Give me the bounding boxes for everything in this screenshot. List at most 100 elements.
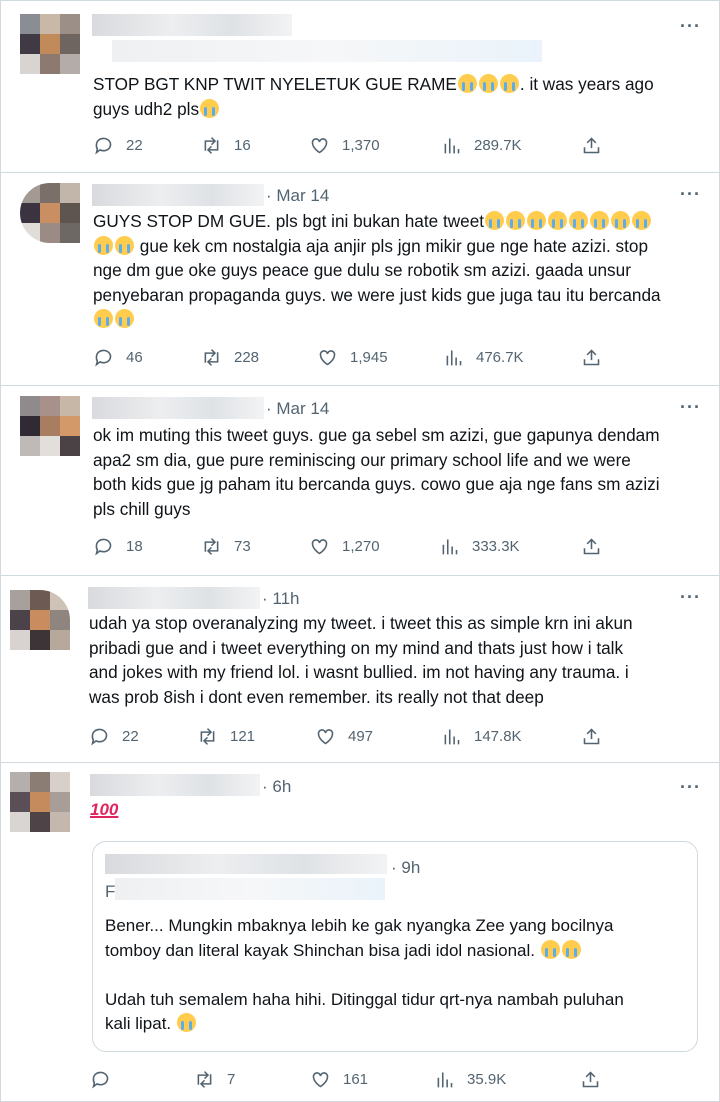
views-button[interactable]: 476.7K — [443, 345, 524, 369]
crying-emoji-icon — [527, 211, 547, 230]
retweet-icon — [204, 348, 219, 366]
like-icon — [311, 137, 328, 153]
like-icon — [311, 538, 328, 554]
retweet-button[interactable]: 228 — [201, 345, 259, 369]
views-button[interactable]: 333.3K — [439, 534, 520, 558]
avatar[interactable] — [10, 590, 70, 650]
like-count: 161 — [343, 1070, 369, 1088]
tweet-actions: 22 16 1,370 289.7K — [93, 133, 613, 157]
more-icon[interactable]: ··· — [680, 777, 701, 798]
display-name-blurred[interactable] — [92, 14, 292, 36]
display-name-blurred[interactable] — [88, 587, 260, 609]
retweet-count: 121 — [230, 727, 256, 745]
display-name-blurred[interactable] — [92, 397, 264, 419]
share-button[interactable] — [581, 724, 602, 748]
share-button[interactable] — [581, 534, 602, 558]
more-icon[interactable]: ··· — [680, 16, 701, 37]
retweet-icon — [204, 537, 219, 555]
views-count: 333.3K — [472, 537, 520, 555]
reply-count: 18 — [126, 537, 143, 555]
reply-button[interactable]: 46 — [93, 345, 143, 369]
like-count: 1,945 — [350, 348, 388, 366]
retweet-icon — [200, 727, 215, 745]
quoted-handle-blurred[interactable] — [115, 878, 385, 900]
crying-emoji-icon — [569, 211, 589, 230]
timestamp[interactable]: · 6h — [262, 777, 291, 797]
views-count: 35.9K — [467, 1070, 507, 1088]
retweet-button[interactable]: 16 — [201, 133, 251, 157]
tweet-actions: 7 161 35.9K — [90, 1067, 610, 1091]
views-icon — [446, 350, 462, 365]
like-button[interactable]: 161 — [310, 1067, 368, 1091]
like-button[interactable]: 1,270 — [309, 534, 380, 558]
display-name-blurred[interactable] — [92, 184, 264, 206]
hundred-points-emoji-icon: 100 — [90, 800, 119, 819]
crying-emoji-icon — [200, 98, 220, 118]
views-icon — [444, 729, 460, 744]
share-button[interactable] — [581, 345, 602, 369]
timestamp[interactable]: · Mar 14 — [266, 186, 329, 206]
reply-icon — [91, 728, 108, 745]
reply-button[interactable]: 18 — [93, 534, 143, 558]
handle-blurred[interactable] — [112, 40, 542, 62]
views-button[interactable]: 289.7K — [441, 133, 522, 157]
tweet-text: udah ya stop overanalyzing my tweet. i t… — [89, 613, 633, 707]
share-button[interactable] — [580, 1067, 601, 1091]
crying-emoji-icon — [115, 235, 134, 255]
avatar[interactable] — [20, 14, 80, 74]
reply-button[interactable] — [90, 1067, 111, 1091]
reply-count: 22 — [122, 727, 139, 745]
tweet-actions: 18 73 1,270 333.3K — [93, 534, 613, 558]
divider — [0, 385, 720, 386]
reply-count: 22 — [126, 136, 143, 154]
crying-emoji-icon — [632, 211, 652, 230]
crying-emoji-icon — [590, 211, 610, 230]
more-icon[interactable]: ··· — [680, 184, 701, 205]
avatar[interactable] — [10, 772, 70, 832]
reply-button[interactable]: 22 — [89, 724, 139, 748]
crying-emoji-icon — [94, 309, 113, 328]
crying-emoji-icon — [506, 211, 526, 230]
reply-icon — [95, 538, 112, 555]
rolling-laughing-emoji-icon — [176, 1013, 196, 1032]
like-button[interactable]: 1,945 — [317, 345, 388, 369]
quoted-display-name-blurred[interactable] — [105, 854, 387, 874]
retweet-button[interactable]: 73 — [201, 534, 251, 558]
quoted-timestamp[interactable]: · 9h — [391, 858, 420, 878]
divider — [0, 575, 720, 576]
reply-icon — [95, 349, 112, 366]
like-icon — [319, 349, 336, 365]
retweet-button[interactable]: 121 — [197, 724, 255, 748]
crying-emoji-icon — [485, 211, 505, 230]
views-button[interactable]: 35.9K — [434, 1067, 506, 1091]
more-icon[interactable]: ··· — [680, 397, 701, 418]
tweet-text: STOP BGT KNP TWIT NYELETUK GUE RAME. it … — [93, 74, 654, 119]
like-count: 1,370 — [342, 136, 380, 154]
like-button[interactable]: 497 — [315, 724, 373, 748]
retweet-button[interactable]: 7 — [194, 1067, 235, 1091]
avatar[interactable] — [20, 396, 80, 456]
crying-emoji-icon — [499, 74, 519, 93]
crying-emoji-icon — [611, 211, 631, 230]
views-icon — [444, 138, 460, 153]
display-name-blurred[interactable] — [90, 774, 260, 796]
avatar[interactable] — [20, 183, 80, 243]
timestamp[interactable]: · Mar 14 — [266, 399, 329, 419]
like-button[interactable]: 1,370 — [309, 133, 380, 157]
views-button[interactable]: 147.8K — [441, 724, 522, 748]
crying-emoji-icon — [548, 211, 568, 230]
share-icon — [583, 348, 600, 365]
share-button[interactable] — [581, 133, 602, 157]
more-icon[interactable]: ··· — [680, 587, 701, 608]
views-icon — [437, 1072, 453, 1087]
share-icon — [583, 537, 600, 554]
tears-of-joy-emoji-icon — [561, 939, 581, 959]
timestamp[interactable]: · 11h — [262, 589, 300, 609]
share-icon — [582, 1070, 599, 1087]
tears-of-joy-emoji-icon — [540, 939, 560, 959]
views-count: 289.7K — [474, 136, 522, 154]
reply-button[interactable]: 22 — [93, 133, 143, 157]
share-icon — [583, 136, 600, 153]
quoted-tweet[interactable]: · 9h F Bener... Mungkin mbaknya lebih ke… — [92, 841, 698, 1052]
retweet-count: 16 — [234, 136, 251, 154]
